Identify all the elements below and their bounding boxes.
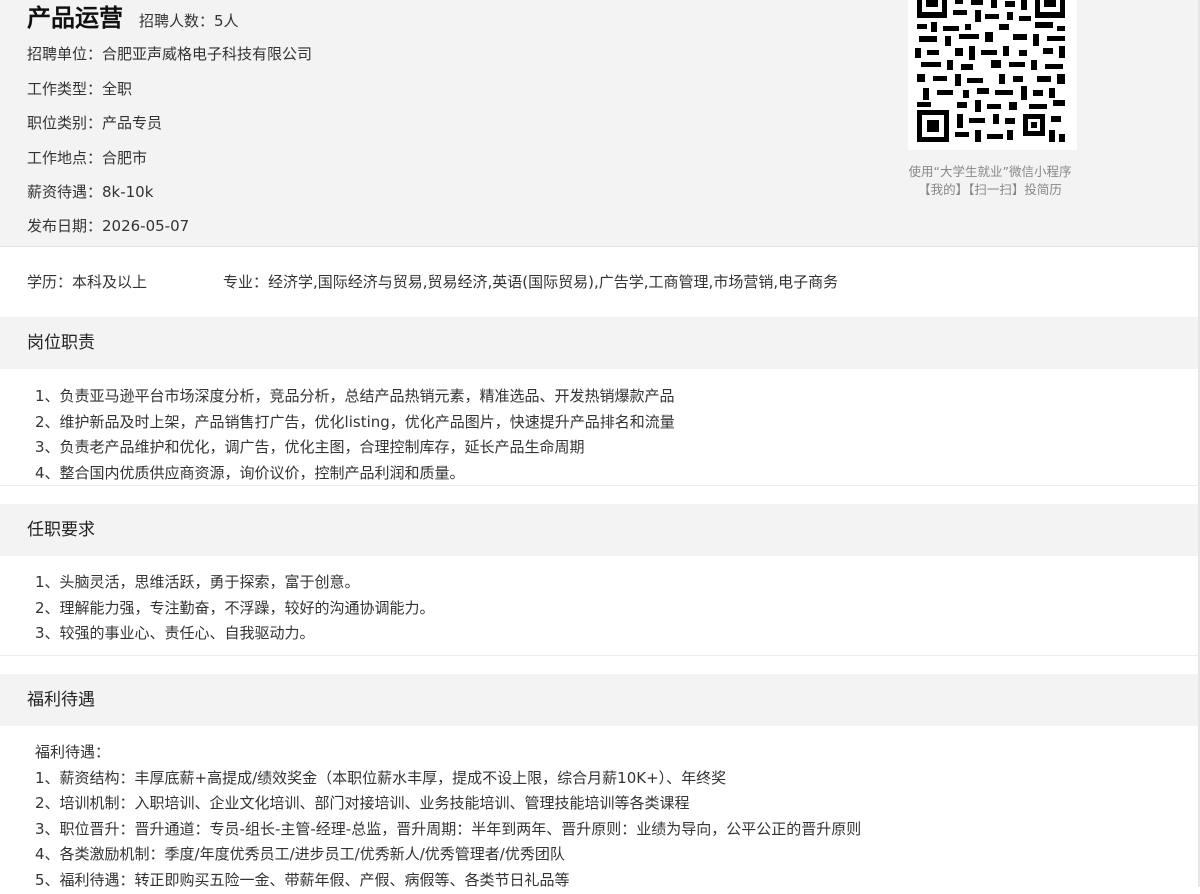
job-title: 产品运营 [27, 4, 123, 32]
qr-caption-line1: 使用“大学生就业”微信小程序 [880, 163, 1100, 181]
list-item: 2、理解能力强，专注勤奋，不浮躁，较好的沟通协调能力。 [35, 597, 435, 623]
employer: 招聘单位：合肥亚声威格电子科技有限公司 [27, 44, 312, 64]
list-item: 1、头脑灵活，思维活跃，勇于探索，富于创意。 [35, 571, 435, 597]
list-item: 1、薪资结构：丰厚底薪+高提成/绩效奖金（本职位薪水丰厚，提成不设上限，综合月薪… [35, 767, 861, 793]
list-item: 1、负责亚马逊平台市场深度分析，竞品分析，总结产品热销元素，精准选品、开发热销爆… [35, 385, 675, 411]
list-item: 3、较强的事业心、责任心、自我驱动力。 [35, 622, 435, 648]
section-heading: 岗位职责 [27, 331, 95, 355]
divider [0, 485, 1198, 486]
section-heading: 任职要求 [27, 518, 95, 542]
list-item: 2、培训机制：入职培训、企业文化培训、部门对接培训、业务技能培训、管理技能培训等… [35, 792, 861, 818]
salary: 薪资待遇：8k-10k [27, 182, 153, 202]
qr-caption-line2: 【我的】【扫一扫】投简历 [880, 181, 1100, 199]
job-header: 产品运营 招聘人数：5人 招聘单位：合肥亚声威格电子科技有限公司 工作类型：全职… [0, 0, 1200, 247]
job-category: 职位类别：产品专员 [27, 113, 162, 133]
work-location: 工作地点：合肥市 [27, 148, 147, 168]
responsibilities-list: 1、负责亚马逊平台市场深度分析，竞品分析，总结产品热销元素，精准选品、开发热销爆… [35, 385, 675, 487]
list-item: 4、整合国内优质供应商资源，询价议价，控制产品利润和质量。 [35, 462, 675, 488]
qr-code-icon [915, 0, 1070, 148]
section-responsibilities: 岗位职责 [0, 317, 1200, 369]
section-qualifications: 任职要求 [0, 504, 1200, 556]
list-item: 3、负责老产品维护和优化，调广告，优化主图，合理控制库存，延长产品生命周期 [35, 436, 675, 462]
qualifications-list: 1、头脑灵活，思维活跃，勇于探索，富于创意。 2、理解能力强，专注勤奋，不浮躁，… [35, 571, 435, 648]
divider [0, 655, 1198, 656]
list-item: 5、福利待遇：转正即购买五险一金、带薪年假、产假、病假等、各类节日礼品等 [35, 869, 861, 894]
list-item: 福利待遇： [35, 741, 861, 767]
headcount: 招聘人数：5人 [139, 10, 239, 32]
section-benefits: 福利待遇 [0, 674, 1200, 726]
list-item: 4、各类激励机制：季度/年度优秀员工/进步员工/优秀新人/优秀管理者/优秀团队 [35, 843, 861, 869]
job-type: 工作类型：全职 [27, 79, 132, 99]
publish-date: 发布日期：2026-05-07 [27, 216, 189, 236]
title-row: 产品运营 招聘人数：5人 [27, 0, 239, 32]
benefits-list: 福利待遇： 1、薪资结构：丰厚底薪+高提成/绩效奖金（本职位薪水丰厚，提成不设上… [35, 741, 861, 894]
education-major-row: 学历：本科及以上 专业：经济学,国际经济与贸易,贸易经济,英语(国际贸易),广告… [27, 272, 147, 292]
section-heading: 福利待遇 [27, 688, 95, 712]
list-item: 3、职位晋升：晋升通道：专员-组长-主管-经理-总监，晋升周期：半年到两年、晋升… [35, 818, 861, 844]
major: 专业：经济学,国际经济与贸易,贸易经济,英语(国际贸易),广告学,工商管理,市场… [223, 272, 838, 292]
list-item: 2、维护新品及时上架，产品销售打广告，优化listing，优化产品图片，快速提升… [35, 411, 675, 437]
qr-code [908, 0, 1077, 150]
education: 学历：本科及以上 [27, 273, 147, 291]
